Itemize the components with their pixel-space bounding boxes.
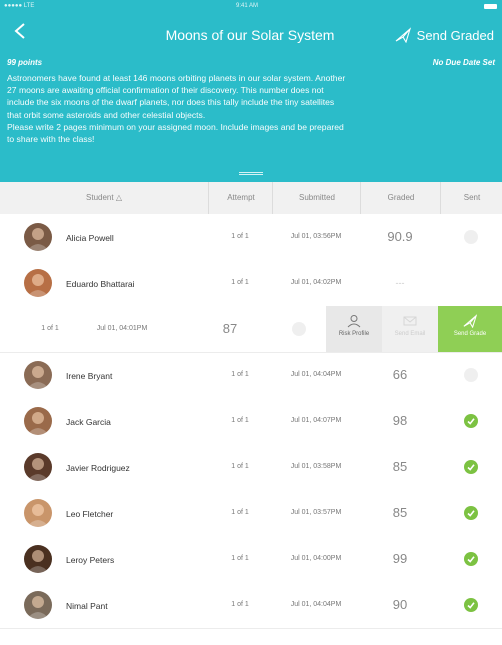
submitted-value: Jul 01, 04:04PM — [290, 371, 342, 378]
sent-check-icon — [464, 598, 478, 612]
battery-icon — [484, 4, 497, 9]
send-icon — [395, 27, 411, 43]
column-submitted[interactable]: Submitted — [272, 182, 361, 214]
sent-check-icon — [464, 552, 478, 566]
student-name: Leo Fletcher — [66, 509, 114, 519]
student-name: Nimal Pant — [66, 601, 108, 611]
avatar — [24, 453, 52, 481]
grade-value[interactable]: --- — [370, 278, 430, 288]
submitted-value: Jul 01, 03:58PM — [290, 463, 342, 470]
student-name: Irene Bryant — [66, 371, 113, 381]
student-name: Jack Garcia — [66, 417, 111, 427]
risk-profile-button[interactable]: Risk Profile — [326, 306, 382, 352]
risk-profile-label: Risk Profile — [338, 331, 370, 337]
send-email-label: Send Email — [394, 331, 426, 337]
submitted-value: Jul 01, 04:07PM — [290, 417, 342, 424]
grade-value[interactable]: 99 — [370, 551, 430, 566]
table-row[interactable]: Leroy Peters 1 of 1 Jul 01, 04:00PM 99 — [0, 536, 502, 583]
points-label: 99 points — [7, 58, 43, 67]
swipe-sent-indicator — [292, 322, 306, 336]
attempt-value: 1 of 1 — [231, 509, 249, 516]
grade-value[interactable]: 90 — [370, 597, 430, 612]
back-button[interactable] — [10, 20, 32, 42]
column-student[interactable]: Student △ — [0, 182, 208, 214]
send-graded-label: Send Graded — [416, 27, 494, 43]
send-graded-button[interactable]: Send Graded — [395, 24, 494, 46]
table-header: Student △ Attempt Submitted Graded Sent — [0, 182, 502, 215]
send-grade-button[interactable]: Send Grade — [438, 306, 502, 352]
avatar — [24, 545, 52, 573]
send-icon — [463, 314, 478, 329]
student-name: Eduardo Bhattarai — [66, 279, 135, 289]
student-name: Alicia Powell — [66, 233, 114, 243]
avatar — [24, 591, 52, 619]
submitted-value: Jul 01, 04:04PM — [290, 601, 342, 608]
student-name: Leroy Peters — [66, 555, 115, 565]
page-title: Moons of our Solar System — [165, 27, 335, 43]
column-sent[interactable]: Sent — [440, 182, 502, 214]
assignment-header: ●●●●● LTE 9:41 AM Moons of our Solar Sys… — [0, 0, 502, 182]
submitted-value: Jul 01, 03:56PM — [290, 233, 342, 240]
avatar — [24, 269, 52, 297]
attempt-value: 1 of 1 — [231, 371, 249, 378]
table-row[interactable]: Jack Garcia 1 of 1 Jul 01, 04:07PM 98 — [0, 398, 502, 445]
status-bar: ●●●●● LTE 9:41 AM — [0, 0, 502, 12]
send-grade-label: Send Grade — [453, 331, 487, 337]
submitted-value: Jul 01, 03:57PM — [290, 509, 342, 516]
carrier-label: ●●●●● LTE — [4, 3, 35, 9]
sent-check-icon — [464, 414, 478, 428]
send-email-button[interactable]: Send Email — [382, 306, 438, 352]
person-icon — [347, 315, 361, 328]
table-row[interactable]: Irene Bryant 1 of 1 Jul 01, 04:04PM 66 — [0, 352, 502, 399]
attempt-value: 1 of 1 — [231, 279, 249, 286]
mail-icon — [403, 316, 417, 326]
grade-value[interactable]: 66 — [370, 367, 430, 382]
submitted-value: Jul 01, 04:02PM — [290, 279, 342, 286]
swipe-submitted: Jul 01, 04:01PM — [96, 325, 148, 332]
avatar — [24, 223, 52, 251]
grade-value[interactable]: 85 — [370, 459, 430, 474]
table-row[interactable]: Javier Rodriguez 1 of 1 Jul 01, 03:58PM 85 — [0, 444, 502, 491]
table-row[interactable]: Eduardo Bhattarai 1 of 1 Jul 01, 04:02PM --… — [0, 260, 502, 307]
swipe-grade[interactable]: 87 — [200, 321, 260, 336]
swipe-attempt: 1 of 1 — [41, 325, 59, 332]
swiped-row[interactable]: 1 of 1 Jul 01, 04:01PM 87 Risk Profile S… — [0, 306, 502, 353]
grade-value[interactable]: 90.9 — [370, 229, 430, 244]
grade-value[interactable]: 85 — [370, 505, 430, 520]
attempt-value: 1 of 1 — [231, 233, 249, 240]
chevron-left-icon — [14, 23, 25, 39]
column-graded[interactable]: Graded — [360, 182, 441, 214]
sent-indicator — [464, 230, 478, 244]
sent-check-icon — [464, 506, 478, 520]
attempt-value: 1 of 1 — [231, 463, 249, 470]
table-row[interactable]: Leo Fletcher 1 of 1 Jul 01, 03:57PM 85 — [0, 490, 502, 537]
attempt-value: 1 of 1 — [231, 601, 249, 608]
avatar — [24, 407, 52, 435]
attempt-value: 1 of 1 — [231, 555, 249, 562]
attempt-value: 1 of 1 — [231, 417, 249, 424]
grade-value[interactable]: 98 — [370, 413, 430, 428]
sent-indicator — [464, 368, 478, 382]
column-attempt[interactable]: Attempt — [208, 182, 273, 214]
assignment-description: Astronomers have found at least 146 moon… — [7, 73, 346, 145]
student-name: Javier Rodriguez — [66, 463, 130, 473]
avatar — [24, 499, 52, 527]
due-date-label: No Due Date Set — [432, 58, 495, 67]
drag-handle[interactable] — [239, 172, 263, 175]
avatar — [24, 361, 52, 389]
submitted-value: Jul 01, 04:00PM — [290, 555, 342, 562]
table-row[interactable]: Nimal Pant 1 of 1 Jul 01, 04:04PM 90 — [0, 582, 502, 629]
table-row[interactable]: Alicia Powell 1 of 1 Jul 01, 03:56PM 90.9 — [0, 214, 502, 261]
clock: 9:41 AM — [236, 3, 259, 9]
sent-check-icon — [464, 460, 478, 474]
